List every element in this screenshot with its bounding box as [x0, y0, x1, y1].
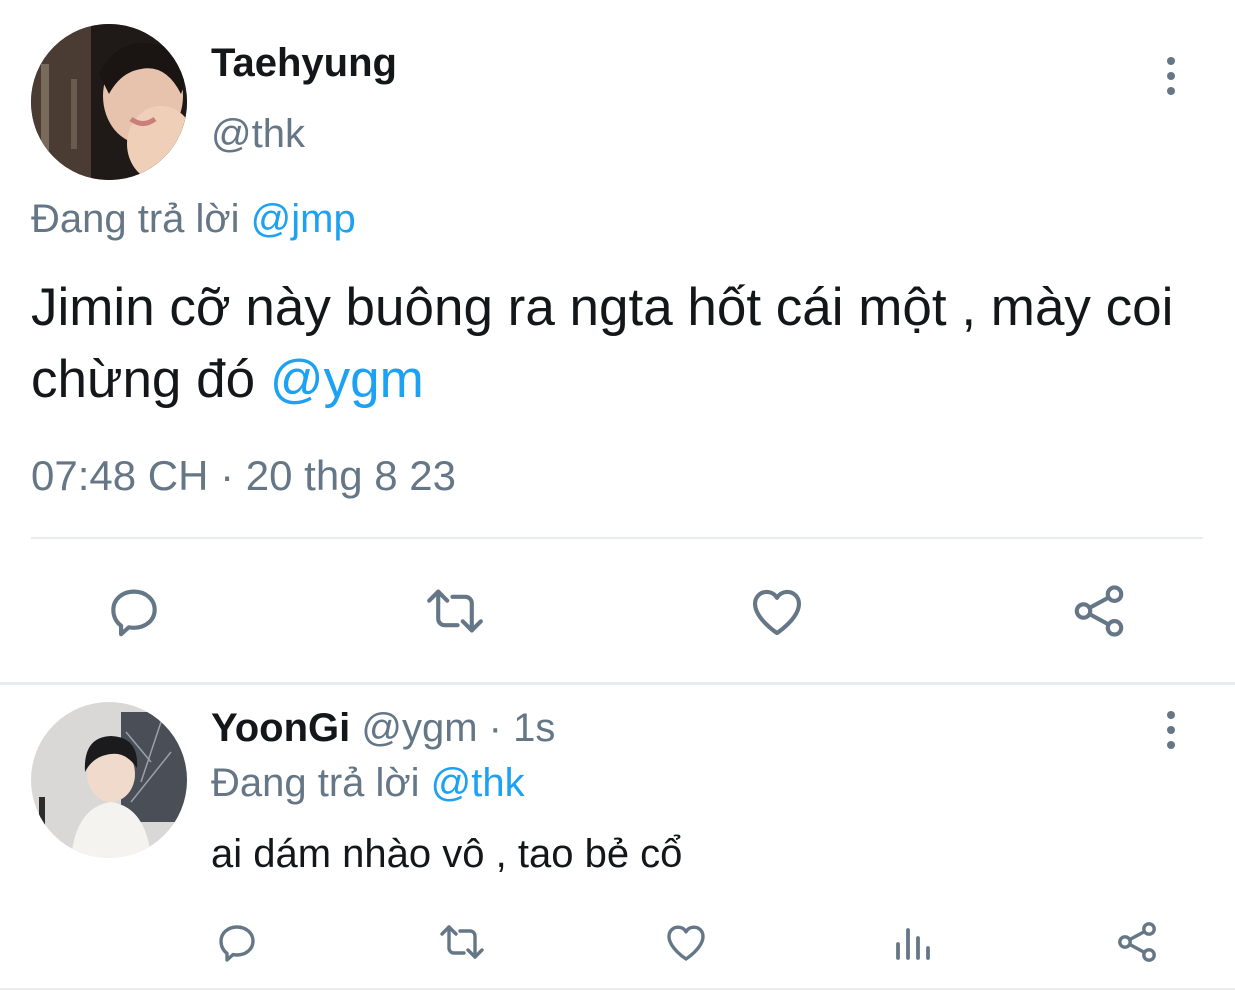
replying-prefix: Đang trả lời	[31, 197, 240, 241]
replying-to-link[interactable]: @jmp	[251, 197, 356, 241]
tweet-mention-link[interactable]: @ygm	[270, 350, 424, 409]
share-icon[interactable]	[1113, 918, 1161, 966]
retweet-icon[interactable]	[422, 580, 488, 642]
reply-replying-prefix: Đang trả lời	[211, 761, 420, 805]
like-icon[interactable]	[746, 580, 808, 642]
bottom-divider	[0, 988, 1235, 990]
avatar-photo	[31, 24, 187, 180]
author-name[interactable]: Taehyung	[211, 40, 397, 86]
tweet-time: 07:48 CH	[31, 452, 209, 499]
tweet-timestamp[interactable]: 07:48 CH · 20 thg 8 23	[31, 452, 456, 500]
reply-text: ai dám nhào vô , tao bẻ cổ	[211, 832, 683, 876]
avatar-photo	[31, 702, 187, 858]
reply-author-handle[interactable]: @ygm	[361, 706, 477, 750]
tweet-text-body: Jimin cỡ này buông ra ngta hốt cái một ,…	[31, 278, 1174, 409]
reply-age[interactable]: 1s	[513, 706, 555, 750]
divider	[31, 537, 1203, 539]
avatar-taehyung[interactable]	[31, 24, 187, 180]
more-options-icon[interactable]	[1165, 57, 1177, 95]
timestamp-separator: ·	[220, 452, 235, 499]
replying-to-line: Đang trả lời @jmp	[31, 196, 356, 242]
author-handle[interactable]: @thk	[211, 111, 305, 157]
reply-icon[interactable]	[213, 918, 261, 966]
share-icon[interactable]	[1068, 580, 1130, 642]
reply-replying-to-line: Đang trả lời @thk	[211, 760, 525, 806]
retweet-icon[interactable]	[436, 918, 488, 966]
like-icon[interactable]	[662, 918, 710, 966]
reply-author-name[interactable]: YoonGi	[211, 706, 350, 750]
tweet-date: 20 thg 8 23	[245, 452, 456, 499]
reply-replying-to-link[interactable]: @thk	[431, 761, 525, 805]
section-divider	[0, 682, 1235, 685]
reply-meta-separator: ·	[488, 706, 502, 750]
reply-icon[interactable]	[103, 580, 165, 642]
analytics-icon[interactable]	[888, 918, 936, 966]
reply-header: YoonGi @ygm · 1s	[211, 705, 555, 751]
avatar-yoongi[interactable]	[31, 702, 187, 858]
tweet-text: Jimin cỡ này buông ra ngta hốt cái một ,…	[31, 272, 1221, 416]
more-options-icon[interactable]	[1165, 711, 1177, 749]
